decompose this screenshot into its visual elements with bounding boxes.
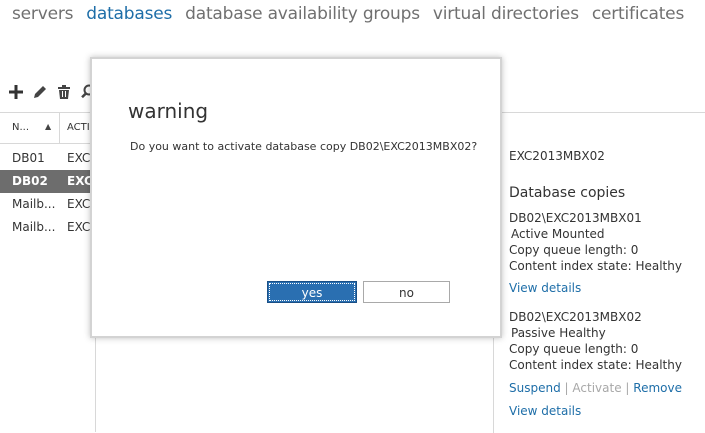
nav-database-availability-groups[interactable]: database availability groups <box>185 4 420 24</box>
nav-certificates[interactable]: certificates <box>592 4 684 24</box>
details-server: EXC2013MBX02 <box>509 149 605 163</box>
copy2-queue-length: Copy queue length: 0 <box>509 342 639 356</box>
nav-virtual-directories[interactable]: virtual directories <box>433 4 579 24</box>
yes-button[interactable]: yes <box>267 281 357 303</box>
copy2-name: DB02\EXC2013MBX02 <box>509 310 642 324</box>
no-button[interactable]: no <box>363 281 450 303</box>
copy1-view-details-link[interactable]: View details <box>509 281 581 295</box>
database-copies-header: Database copies <box>509 185 626 201</box>
table-row[interactable]: Mailb... EXC <box>0 216 95 239</box>
copy2-index-state: Content index state: Healthy <box>509 358 682 372</box>
warning-dialog: warning Do you want to activate database… <box>90 57 502 338</box>
copy2-actions: Suspend | Activate | Remove <box>509 381 682 395</box>
table-row-selected[interactable]: DB02 EXC <box>0 170 95 193</box>
cell-server: EXC <box>67 174 93 188</box>
cell-server: EXC <box>67 197 91 211</box>
nav-databases[interactable]: databases <box>86 4 172 24</box>
remove-link[interactable]: Remove <box>633 381 682 395</box>
copy1-queue-length: Copy queue length: 0 <box>509 243 639 257</box>
copy2-status: Passive Healthy <box>511 326 606 340</box>
column-divider <box>59 113 60 143</box>
cell-name: DB02 <box>12 174 48 188</box>
cell-server: EXC <box>67 151 91 165</box>
databases-grid: N... ▲ ACTI DB01 EXC DB02 EXC Mailb... E… <box>0 112 96 432</box>
copy1-index-state: Content index state: Healthy <box>509 259 682 273</box>
copy1-status: Active Mounted <box>511 227 605 241</box>
cell-name: DB01 <box>12 151 45 165</box>
cell-name: Mailb... <box>12 197 56 211</box>
dialog-title: warning <box>128 99 209 123</box>
suspend-link[interactable]: Suspend <box>509 381 561 395</box>
add-icon[interactable] <box>6 82 26 102</box>
top-nav: servers databases database availability gr… <box>12 4 697 24</box>
cell-name: Mailb... <box>12 220 56 234</box>
action-separator: | <box>564 381 569 395</box>
table-row[interactable]: DB01 EXC <box>0 147 95 170</box>
column-active-server-header[interactable]: ACTI <box>67 122 90 133</box>
activate-link: Activate <box>572 381 622 395</box>
nav-servers[interactable]: servers <box>12 4 73 24</box>
grid-header: N... ▲ ACTI <box>0 112 95 144</box>
copy1-name: DB02\EXC2013MBX01 <box>509 211 642 225</box>
cell-server: EXC <box>67 220 91 234</box>
copy2-view-details-link[interactable]: View details <box>509 404 581 418</box>
details-pane: EXC2013MBX02 Database copies DB02\EXC201… <box>493 112 705 433</box>
sort-asc-icon: ▲ <box>45 122 52 131</box>
column-name-header[interactable]: N... <box>12 122 29 133</box>
dialog-message: Do you want to activate database copy DB… <box>130 140 478 153</box>
delete-icon[interactable] <box>54 82 74 102</box>
edit-icon[interactable] <box>30 82 50 102</box>
table-row[interactable]: Mailb... EXC <box>0 193 95 216</box>
action-separator: | <box>625 381 630 395</box>
